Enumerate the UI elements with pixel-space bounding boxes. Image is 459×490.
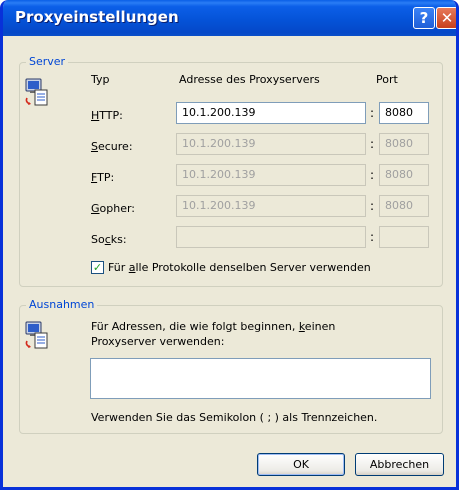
- gopher-port-input[interactable]: 8080: [379, 195, 429, 217]
- exceptions-input[interactable]: [90, 358, 431, 399]
- secure-label: Secure:: [91, 140, 133, 153]
- same-server-label[interactable]: Für alle Protokolle denselben Server ver…: [108, 261, 371, 274]
- checkmark-icon: ✓: [92, 261, 103, 274]
- secure-colon: :: [370, 137, 375, 151]
- ftp-address-input[interactable]: 10.1.200.139: [176, 164, 366, 186]
- server-group-label: Server: [26, 55, 69, 68]
- gopher-label: Gopher:: [91, 202, 136, 215]
- http-colon: :: [370, 106, 375, 120]
- exceptions-description-line1: Für Adressen, die wie folgt beginnen, ke…: [91, 320, 336, 333]
- network-computer-icon: [25, 78, 48, 106]
- column-type-header: Typ: [91, 73, 110, 86]
- http-label: HTTP:: [91, 109, 123, 122]
- exceptions-description-line2: Proxyserver verwenden:: [91, 335, 225, 348]
- exceptions-group-label: Ausnahmen: [26, 298, 98, 311]
- socks-colon: :: [370, 230, 375, 244]
- socks-address-input[interactable]: [176, 226, 366, 248]
- proxy-settings-dialog: Proxyeinstellungen ? ✕ Server Typ Adress…: [0, 0, 459, 490]
- close-icon: ✕: [440, 9, 454, 27]
- ftp-port-input[interactable]: 8080: [379, 164, 429, 186]
- network-computer-icon: [25, 321, 48, 349]
- socks-label: Socks:: [91, 233, 127, 246]
- title-bar[interactable]: Proxyeinstellungen ? ✕: [3, 0, 456, 36]
- ftp-colon: :: [370, 168, 375, 182]
- help-icon: ?: [419, 9, 429, 27]
- column-address-header: Adresse des Proxyservers: [179, 73, 320, 86]
- ok-button[interactable]: OK: [257, 453, 345, 476]
- separator-hint: Verwenden Sie das Semikolon ( ; ) als Tr…: [91, 411, 378, 424]
- window-title: Proxyeinstellungen: [15, 8, 179, 26]
- ftp-label: FTP:: [91, 171, 115, 184]
- gopher-address-input[interactable]: 10.1.200.139: [176, 195, 366, 217]
- help-button[interactable]: ?: [413, 7, 435, 29]
- same-server-checkbox[interactable]: ✓: [91, 261, 104, 274]
- http-address-input[interactable]: 10.1.200.139: [176, 102, 366, 124]
- http-port-input[interactable]: 8080: [379, 102, 429, 124]
- close-button[interactable]: ✕: [436, 7, 456, 29]
- secure-port-input[interactable]: 8080: [379, 133, 429, 155]
- cancel-button[interactable]: Abbrechen: [355, 453, 444, 476]
- socks-port-input[interactable]: [379, 226, 429, 248]
- secure-address-input[interactable]: 10.1.200.139: [176, 133, 366, 155]
- gopher-colon: :: [370, 199, 375, 213]
- column-port-header: Port: [376, 73, 398, 86]
